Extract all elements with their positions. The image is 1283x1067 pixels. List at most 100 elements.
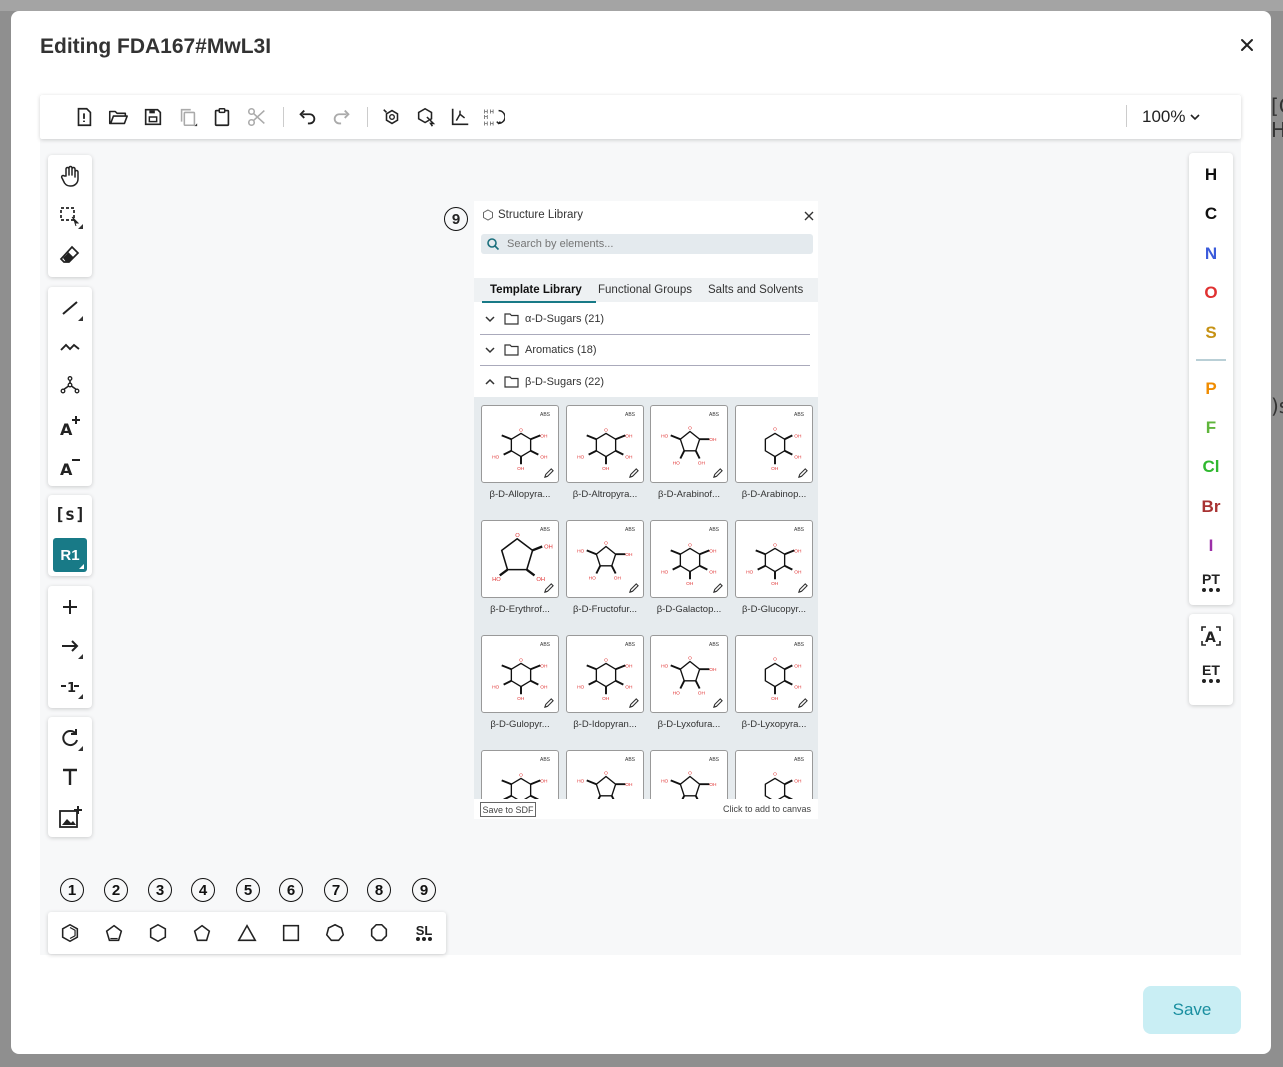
element-Br[interactable]: Br	[1189, 497, 1233, 517]
clean-up-button[interactable]	[414, 105, 438, 129]
chain-tool[interactable]	[54, 331, 86, 363]
template-card[interactable]: ABSOOHOHOH	[735, 405, 813, 483]
rgroup-tool[interactable]: R1	[53, 538, 87, 572]
reaction-plus-tool[interactable]	[54, 591, 86, 623]
template-card[interactable]: ABSOHOOHHOOH	[650, 750, 728, 799]
atom-label-button[interactable]: A	[1189, 624, 1233, 653]
element-N[interactable]: N	[1189, 244, 1233, 264]
pencil-icon[interactable]	[628, 468, 639, 479]
charge-plus-tool[interactable]	[54, 371, 86, 403]
template-card[interactable]: ABSOOHOHOH	[735, 750, 813, 799]
redo-button[interactable]	[330, 105, 354, 129]
cyclopentane-template[interactable]	[190, 921, 214, 945]
pencil-icon[interactable]	[543, 698, 554, 709]
tab-template-library[interactable]: Template Library	[490, 284, 582, 296]
extended-table-button[interactable]: ET	[1189, 662, 1233, 683]
layout-button[interactable]	[380, 105, 404, 129]
tab-salts-and-solvents[interactable]: Salts and Solvents	[708, 284, 803, 296]
svg-text:OH: OH	[794, 433, 802, 439]
template-card[interactable]: ABSOHOOHOHOH	[481, 405, 559, 483]
group-aromatics[interactable]: Aromatics (18)	[474, 334, 818, 365]
template-card[interactable]: ABSOHOOHOHOH	[481, 635, 559, 713]
element-F[interactable]: F	[1189, 418, 1233, 438]
group-beta-d-sugars[interactable]: β-D-Sugars (22)	[474, 366, 818, 397]
paste-button[interactable]	[210, 105, 234, 129]
charge-minus-icon: A	[60, 459, 80, 478]
open-button[interactable]	[106, 105, 130, 129]
search-input[interactable]	[507, 236, 797, 252]
rotate-tool[interactable]	[54, 722, 86, 754]
template-card[interactable]: ABSOHOOHHOOH	[650, 405, 728, 483]
template-card[interactable]: ABSOHOOHHOOH	[650, 635, 728, 713]
select-tool[interactable]	[54, 200, 86, 232]
element-I[interactable]: I	[1189, 536, 1233, 556]
single-bond-tool[interactable]	[54, 292, 86, 324]
charge-decrease-tool[interactable]: A	[54, 450, 86, 482]
element-S[interactable]: S	[1189, 323, 1233, 343]
close-icon[interactable]	[804, 211, 814, 221]
save-file-button[interactable]	[141, 105, 165, 129]
zoom-dropdown[interactable]: 100%	[1142, 107, 1201, 127]
element-C[interactable]: C	[1189, 204, 1233, 224]
pencil-icon[interactable]	[797, 698, 808, 709]
pencil-icon[interactable]	[712, 583, 723, 594]
chevron-up-icon	[485, 378, 495, 385]
element-O[interactable]: O	[1189, 283, 1233, 303]
pencil-icon[interactable]	[712, 698, 723, 709]
undo-button[interactable]	[295, 105, 319, 129]
template-card[interactable]: ABSOHOOHOHOH	[650, 520, 728, 598]
close-button[interactable]	[1237, 35, 1257, 57]
folder-icon	[504, 376, 519, 388]
pencil-icon[interactable]	[712, 468, 723, 479]
reaction-arrow-tool[interactable]	[54, 630, 86, 662]
erase-tool[interactable]	[54, 239, 86, 271]
cyclooctane-template[interactable]	[367, 921, 391, 945]
pencil-icon[interactable]	[628, 698, 639, 709]
aromatize-button[interactable]	[448, 105, 472, 129]
cyclopentadiene-template[interactable]	[102, 921, 126, 945]
add-hydrogens-button[interactable]: H HHH H	[482, 105, 506, 129]
benzene-template[interactable]	[58, 921, 82, 945]
cut-button[interactable]	[245, 105, 269, 129]
template-card[interactable]: ABSOHOOHOHOH	[481, 750, 559, 799]
new-file-button[interactable]	[72, 105, 96, 129]
save-button[interactable]: Save	[1143, 986, 1241, 1034]
charge-increase-tool[interactable]: A	[54, 410, 86, 442]
reaction-mapping-tool[interactable]: 1	[54, 670, 86, 702]
save-to-sdf-button[interactable]: Save to SDF	[480, 802, 536, 817]
pencil-icon[interactable]	[797, 468, 808, 479]
element-H[interactable]: H	[1189, 165, 1233, 185]
pencil-icon[interactable]	[628, 583, 639, 594]
left-toolbar-group-misc	[48, 717, 92, 837]
cyclohexane-template[interactable]	[146, 921, 170, 945]
template-card[interactable]: ABSOHOOHOHOH	[566, 405, 644, 483]
structure-library-button[interactable]: SL	[412, 921, 436, 945]
template-card[interactable]: ABSOHOOHHOOH	[566, 750, 644, 799]
cyclopropane-template[interactable]	[235, 921, 259, 945]
template-card[interactable]: ABSOHOOHOHOH	[735, 520, 813, 598]
periodic-table-button[interactable]: PT	[1189, 571, 1233, 592]
pencil-icon[interactable]	[797, 583, 808, 594]
template-card[interactable]: ABSOHOOHOHOH	[566, 635, 644, 713]
folder-open-icon	[108, 110, 128, 125]
cyclobutane-template[interactable]	[279, 921, 303, 945]
image-tool[interactable]	[54, 801, 86, 833]
svg-text:O: O	[773, 772, 777, 778]
pencil-icon[interactable]	[543, 468, 554, 479]
template-card[interactable]: ABSOHOOHHOOH	[566, 520, 644, 598]
octagon-icon	[370, 923, 388, 942]
sgroup-tool[interactable]: [s]	[54, 499, 86, 531]
tab-functional-groups[interactable]: Functional Groups	[598, 284, 692, 296]
template-card[interactable]: ABS O OH HO OH	[481, 520, 559, 598]
group-alpha-d-sugars[interactable]: α-D-Sugars (21)	[474, 303, 818, 334]
template-card[interactable]: ABSOOHOHOH	[735, 635, 813, 713]
pencil-icon[interactable]	[543, 583, 554, 594]
element-P[interactable]: P	[1189, 379, 1233, 399]
cycloheptane-template[interactable]	[323, 921, 347, 945]
hand-tool[interactable]	[54, 160, 86, 192]
text-tool[interactable]	[54, 761, 86, 793]
svg-text:O: O	[688, 426, 692, 432]
element-Cl[interactable]: Cl	[1189, 457, 1233, 477]
copy-button[interactable]	[176, 105, 200, 129]
structure-library-title: Structure Library	[498, 209, 584, 221]
